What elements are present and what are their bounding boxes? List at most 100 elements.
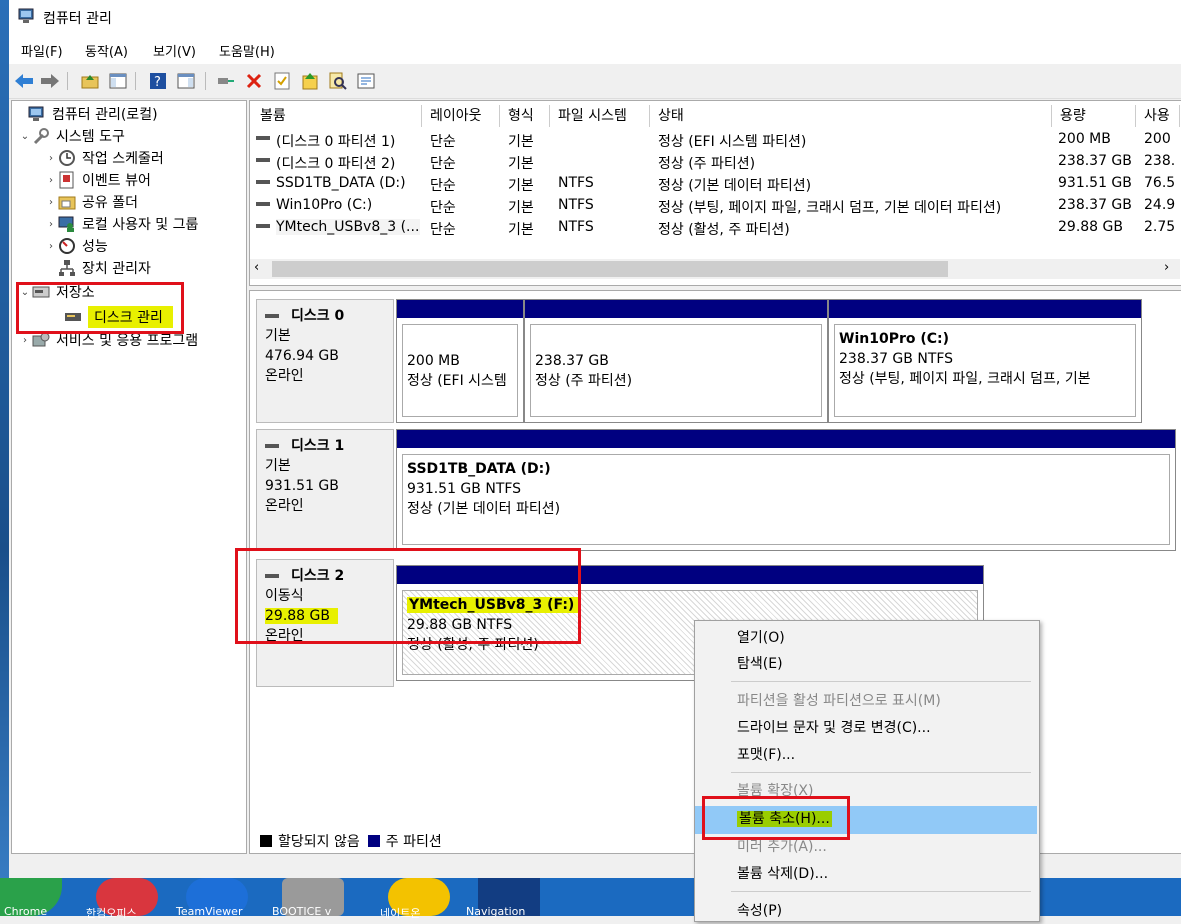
help-icon[interactable]: ? (147, 70, 169, 92)
column-header-volume[interactable]: 볼륨 (252, 105, 422, 127)
cell-used: 200 (1144, 131, 1171, 147)
column-header-capacity[interactable]: 용량 (1052, 105, 1136, 127)
tools-icon (33, 128, 49, 145)
menu-item-delete-volume[interactable]: 볼륨 삭제(D)... (695, 861, 1037, 887)
event-viewer-icon (59, 171, 74, 189)
partition-primary[interactable]: 238.37 GB 정상 (주 파티션) (524, 299, 828, 423)
chevron-right-icon[interactable]: › (44, 175, 58, 186)
cell-layout: 단순 (430, 178, 456, 194)
table-row[interactable]: SSD1TB_DATA (D:) 단순 기본 NTFS 정상 (기본 데이터 파… (250, 173, 1180, 195)
tree-item-performance[interactable]: › 성능 (44, 235, 108, 257)
partition-win10pro[interactable]: Win10Pro (C:) 238.37 GB NTFS 정상 (부팅, 페이지… (828, 299, 1142, 423)
volume-icon (256, 158, 270, 162)
connect-icon[interactable] (215, 70, 237, 92)
tree-item-system-tools[interactable]: ⌄ 시스템 도구 (18, 125, 125, 147)
cell-layout: 단순 (430, 156, 456, 172)
svg-text:?: ? (154, 75, 161, 90)
tree-item-root[interactable]: 컴퓨터 관리(로컬) (14, 103, 158, 125)
chevron-right-icon[interactable]: › (44, 197, 58, 208)
cell-capacity: 200 MB (1058, 131, 1111, 147)
scrollbar-thumb[interactable] (272, 261, 948, 277)
volume-icon (256, 224, 270, 228)
tree-label: 시스템 도구 (56, 129, 125, 145)
menu-help[interactable]: 도움말(H) (219, 41, 275, 60)
menu-item-format[interactable]: 포맷(F)... (695, 742, 1037, 768)
scroll-left-icon[interactable]: ‹ (254, 260, 259, 275)
tree-label: 이벤트 뷰어 (82, 173, 151, 189)
device-manager-icon (59, 260, 75, 276)
computer-management-icon (18, 8, 34, 23)
chevron-right-icon[interactable]: › (44, 153, 58, 164)
cell-used: 238. (1144, 153, 1176, 169)
menu-bar: 파일(F) 동작(A) 보기(V) 도움말(H) (9, 34, 1181, 64)
scroll-right-icon[interactable]: › (1164, 260, 1169, 275)
up-arrow-icon[interactable] (299, 70, 321, 92)
desktop-label: 한컴오피스 (86, 907, 137, 920)
menu-item-change-drive-letter[interactable]: 드라이브 문자 및 경로 변경(C)... (695, 715, 1037, 741)
check-icon[interactable] (271, 70, 293, 92)
horizontal-scrollbar[interactable]: ‹ › (250, 259, 1180, 279)
menu-item-properties[interactable]: 속성(P) (695, 898, 1037, 924)
cell-capacity: 238.37 GB (1058, 153, 1132, 169)
table-row[interactable]: YMtech_USBv8_3 (... 단순 기본 NTFS 정상 (활성, 주… (250, 217, 1180, 239)
disk-icon (265, 444, 279, 448)
partition-status: 정상 (주 파티션) (535, 373, 633, 389)
desktop-label: Chrome (4, 905, 48, 918)
partition-size: 238.37 GB (535, 353, 609, 369)
show-hide-tree-icon[interactable] (107, 70, 129, 92)
cell-volume: (디스크 0 파티션 2) (276, 156, 396, 172)
volume-list: 볼륨 레이아웃 형식 파일 시스템 상태 용량 사용 (디스크 0 파티션 1)… (249, 100, 1181, 286)
disk-1-label[interactable]: 디스크 1 기본 931.51 GB 온라인 (256, 429, 394, 551)
table-row[interactable]: (디스크 0 파티션 1) 단순 기본 정상 (EFI 시스템 파티션) 200… (250, 129, 1180, 151)
menu-item-open[interactable]: 열기(O) (695, 625, 1037, 651)
partition-ssd1tb-data[interactable]: SSD1TB_DATA (D:) 931.51 GB NTFS 정상 (기본 데… (396, 429, 1176, 551)
table-row[interactable]: Win10Pro (C:) 단순 기본 NTFS 정상 (부팅, 페이지 파일,… (250, 195, 1180, 217)
menu-item-explore[interactable]: 탐색(E) (695, 651, 1037, 677)
disk-type: 기본 (265, 328, 291, 344)
tree-item-local-users[interactable]: › 로컬 사용자 및 그룹 (44, 213, 198, 235)
disk-icon (265, 314, 279, 318)
menu-view[interactable]: 보기(V) (153, 41, 196, 60)
up-folder-icon[interactable] (79, 70, 101, 92)
column-header-filesystem[interactable]: 파일 시스템 (550, 105, 650, 127)
tree-label: 작업 스케줄러 (82, 151, 164, 167)
partition-status: 정상 (기본 데이터 파티션) (407, 501, 561, 517)
forward-arrow-icon[interactable] (39, 70, 61, 92)
disk-0-label[interactable]: 디스크 0 기본 476.94 GB 온라인 (256, 299, 394, 423)
tree-item-device-manager[interactable]: 장치 관리자 (44, 257, 151, 279)
disk-name: 디스크 0 (291, 308, 345, 324)
cell-type: 기본 (508, 222, 534, 238)
toolbar-separator (67, 72, 68, 90)
action-pane-icon[interactable] (175, 70, 197, 92)
tree-item-task-scheduler[interactable]: › 작업 스케줄러 (44, 147, 164, 169)
tree-item-event-viewer[interactable]: › 이벤트 뷰어 (44, 169, 151, 191)
search-icon[interactable] (327, 70, 349, 92)
title-bar[interactable]: 컴퓨터 관리 (9, 0, 1181, 34)
menu-file[interactable]: 파일(F) (21, 41, 63, 60)
annotation-box-disk-2 (235, 548, 581, 644)
cell-status: 정상 (기본 데이터 파티션) (658, 178, 812, 194)
chevron-right-icon[interactable]: › (18, 335, 32, 346)
properties-icon[interactable] (355, 70, 377, 92)
column-header-status[interactable]: 상태 (650, 105, 1052, 127)
delete-icon[interactable] (243, 70, 265, 92)
toolbar-separator (135, 72, 136, 90)
tree-label: 로컬 사용자 및 그룹 (82, 217, 199, 233)
tree-label: 공유 폴더 (82, 195, 138, 211)
cell-volume: SSD1TB_DATA (D:) (276, 175, 406, 191)
chevron-right-icon[interactable]: › (44, 241, 58, 252)
disk-name-row: 디스크 0 (265, 306, 393, 326)
disk-size: 931.51 GB (265, 478, 339, 494)
clock-icon (59, 150, 75, 166)
window-title: 컴퓨터 관리 (43, 11, 112, 27)
menu-action[interactable]: 동작(A) (85, 41, 128, 60)
partition-efi[interactable]: 200 MB 정상 (EFI 시스템 (396, 299, 524, 423)
column-header-used[interactable]: 사용 (1136, 105, 1180, 127)
chevron-down-icon[interactable]: ⌄ (18, 131, 32, 142)
column-header-type[interactable]: 형식 (500, 105, 550, 127)
column-header-layout[interactable]: 레이아웃 (422, 105, 500, 127)
tree-item-shared-folders[interactable]: › 공유 폴더 (44, 191, 138, 213)
chevron-right-icon[interactable]: › (44, 219, 58, 230)
back-arrow-icon[interactable] (13, 70, 35, 92)
table-row[interactable]: (디스크 0 파티션 2) 단순 기본 정상 (주 파티션) 238.37 GB… (250, 151, 1180, 173)
